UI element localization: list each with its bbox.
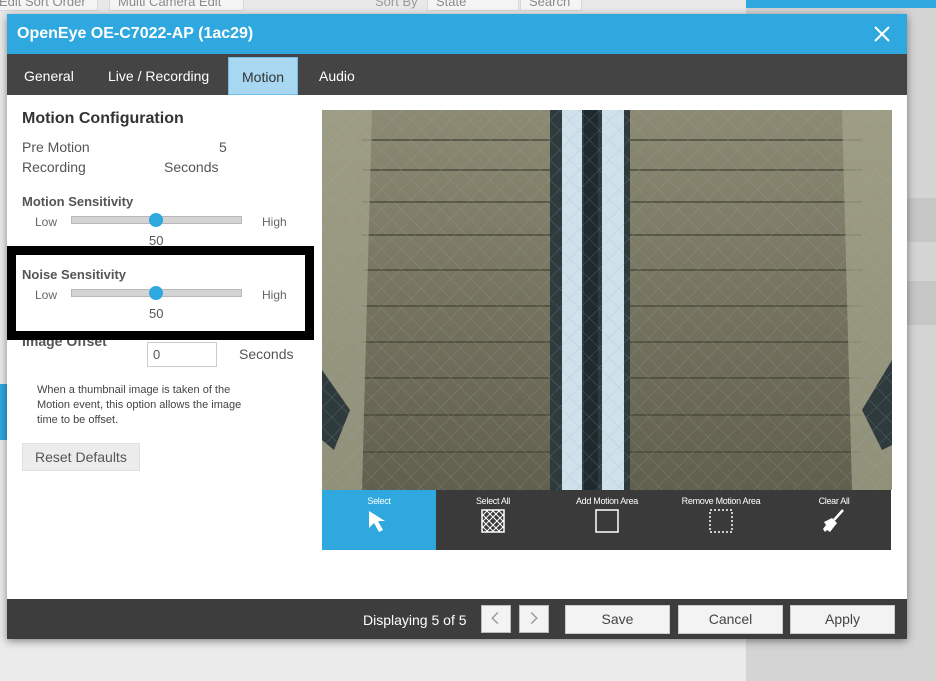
- motion-area-toolbar: Select Select All Add Motion Area Remove…: [322, 490, 891, 550]
- dialog-titlebar: OpenEye OE-C7022-AP (1ac29): [7, 14, 907, 54]
- background-right-accent: [746, 0, 936, 8]
- tab-audio[interactable]: Audio: [306, 57, 368, 95]
- clear-all-button[interactable]: Clear All: [777, 490, 891, 550]
- image-offset-help-text: When a thumbnail image is taken of the M…: [37, 384, 242, 426]
- background-row: [907, 198, 936, 242]
- pre-motion-unit: Seconds: [164, 159, 219, 175]
- reset-defaults-button[interactable]: Reset Defaults: [22, 443, 140, 471]
- select-all-tool-label: Select All: [475, 496, 511, 506]
- sort-by-label: Sort By: [375, 0, 418, 9]
- dialog-title: OpenEye OE-C7022-AP (1ac29): [17, 25, 254, 42]
- chevron-right-icon: [530, 612, 538, 625]
- previous-button[interactable]: [481, 605, 511, 633]
- multi-camera-edit-button[interactable]: Multi Camera Edit: [109, 0, 244, 11]
- dashed-square-icon: [709, 509, 733, 533]
- tab-live-recording[interactable]: Live / Recording: [95, 57, 222, 95]
- image-offset-unit: Seconds: [239, 346, 294, 362]
- noise-sensitivity-value: 50: [149, 306, 164, 321]
- tab-motion[interactable]: Motion: [228, 57, 299, 95]
- save-button[interactable]: Save: [565, 605, 670, 634]
- pre-motion-label-line2: Recording: [22, 159, 86, 175]
- image-offset-label-clip: Image Offset: [22, 340, 132, 354]
- background-selected-chip: [0, 384, 7, 440]
- close-icon[interactable]: [871, 23, 893, 45]
- add-motion-area-button[interactable]: Add Motion Area: [550, 490, 664, 550]
- camera-preview-image[interactable]: [322, 110, 892, 490]
- pre-motion-value[interactable]: 5: [219, 139, 227, 155]
- tab-bar: General Live / Recording Motion Audio: [7, 54, 907, 95]
- next-button[interactable]: [519, 605, 549, 633]
- cancel-button[interactable]: Cancel: [678, 605, 783, 634]
- remove-motion-area-button[interactable]: Remove Motion Area: [664, 490, 778, 550]
- camera-settings-dialog: OpenEye OE-C7022-AP (1ac29) General Live…: [7, 14, 907, 639]
- pagination-status: Displaying 5 of 5: [363, 612, 467, 628]
- dialog-footer: Displaying 5 of 5 Save Cancel Apply: [7, 599, 907, 639]
- add-motion-area-label: Add Motion Area: [575, 496, 639, 506]
- noise-sensitivity-low-label: Low: [35, 288, 58, 302]
- noise-sensitivity-label: Noise Sensitivity: [22, 267, 127, 282]
- select-tool-button[interactable]: Select: [322, 490, 436, 550]
- noise-sensitivity-high-label: High: [262, 288, 287, 302]
- motion-sensitivity-label: Motion Sensitivity: [22, 194, 134, 209]
- pre-motion-label: Pre Motion: [22, 139, 90, 155]
- square-outline-icon: [595, 509, 619, 533]
- broom-icon: [823, 509, 844, 532]
- tab-general[interactable]: General: [11, 57, 87, 95]
- image-offset-input[interactable]: 0: [147, 342, 217, 367]
- chevron-left-icon: [491, 612, 499, 625]
- crosshatch-grid-icon: [481, 509, 505, 533]
- noise-sensitivity-handle[interactable]: [149, 286, 163, 300]
- cursor-arrow-icon: [369, 511, 385, 532]
- remove-motion-area-label: Remove Motion Area: [681, 496, 761, 506]
- motion-sensitivity-handle[interactable]: [149, 213, 163, 227]
- motion-sensitivity-high-label: High: [262, 215, 287, 229]
- section-title: Motion Configuration: [22, 110, 184, 127]
- search-button[interactable]: Search: [520, 0, 582, 11]
- image-offset-label: Image Offset: [22, 340, 107, 349]
- sort-value: State: [436, 0, 467, 9]
- select-tool-label: Select: [367, 496, 391, 506]
- background-row: [907, 281, 936, 325]
- apply-button[interactable]: Apply: [790, 605, 895, 634]
- motion-sensitivity-low-label: Low: [35, 215, 58, 229]
- edit-sort-order-button[interactable]: Edit Sort Order: [0, 0, 98, 11]
- sort-select[interactable]: State: [427, 0, 519, 11]
- clear-all-label: Clear All: [818, 496, 850, 506]
- motion-tab-content: Motion Configuration Pre Motion Recordin…: [7, 95, 907, 599]
- select-all-tool-button[interactable]: Select All: [436, 490, 550, 550]
